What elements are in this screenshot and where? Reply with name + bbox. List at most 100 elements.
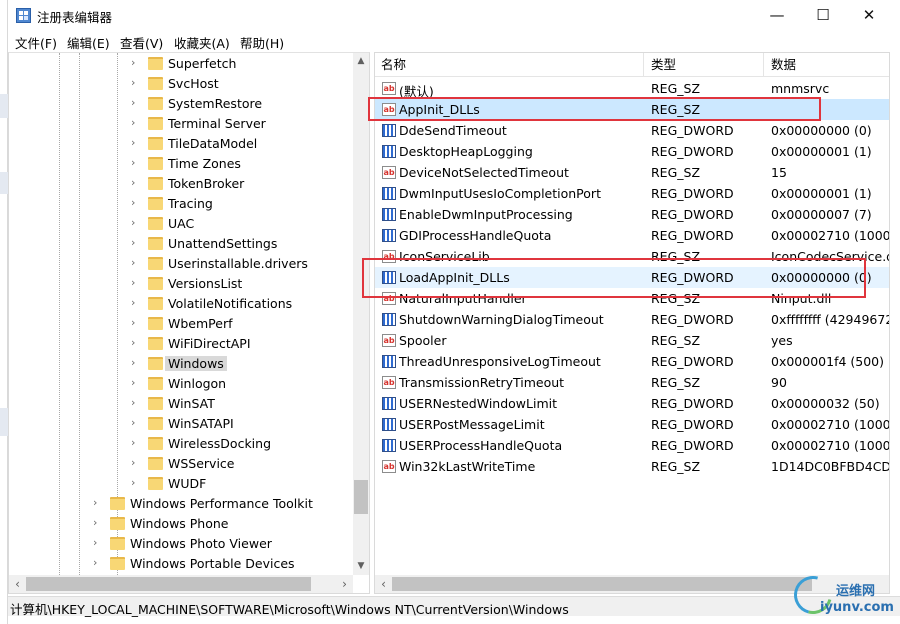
expand-chevron-icon[interactable]: › xyxy=(131,96,141,110)
column-name-header[interactable]: 名称 xyxy=(375,53,645,77)
minimize-button[interactable]: — xyxy=(754,0,800,30)
expand-chevron-icon[interactable]: › xyxy=(131,116,141,130)
expand-chevron-icon[interactable]: › xyxy=(131,336,141,350)
tree-vertical-scrollbar[interactable]: ▲ ▼ xyxy=(353,53,369,575)
tree-item[interactable]: › Winlogon xyxy=(9,374,354,394)
tree-item[interactable]: › WinSAT xyxy=(9,394,354,414)
value-row[interactable]: DeviceNotSelectedTimeout REG_SZ 15 xyxy=(375,162,889,183)
tree-item[interactable]: › TileDataModel xyxy=(9,134,354,154)
value-row[interactable]: EnableDwmInputProcessing REG_DWORD 0x00000… xyxy=(375,204,889,225)
value-data: 90 xyxy=(771,375,787,390)
tree-item[interactable]: › UAC xyxy=(9,214,354,234)
expand-chevron-icon[interactable]: › xyxy=(131,136,141,150)
expand-chevron-icon[interactable]: › xyxy=(131,456,141,470)
tree-item[interactable]: › VolatileNotifications xyxy=(9,294,354,314)
tree-item[interactable]: › Superfetch xyxy=(9,54,354,74)
tree-item[interactable]: › SvcHost xyxy=(9,74,354,94)
scroll-left-icon[interactable]: ‹ xyxy=(9,575,26,593)
scroll-left-icon[interactable]: ‹ xyxy=(375,575,392,593)
column-type-header[interactable]: 类型 xyxy=(645,53,765,77)
expand-chevron-icon[interactable]: › xyxy=(131,196,141,210)
menu-view[interactable]: 查看(V) xyxy=(120,33,163,52)
tree-item[interactable]: › VersionsList xyxy=(9,274,354,294)
tree-item[interactable]: › WiFiDirectAPI xyxy=(9,334,354,354)
expand-chevron-icon[interactable]: › xyxy=(131,276,141,290)
tree-item[interactable]: › Windows xyxy=(9,354,354,374)
string-value-icon xyxy=(382,460,396,473)
key-tree-pane[interactable]: › Superfetch › SvcHost › SystemRestore › Termin… xyxy=(8,52,370,594)
close-button[interactable]: ✕ xyxy=(846,0,892,30)
expand-chevron-icon[interactable]: › xyxy=(93,536,103,550)
expand-chevron-icon[interactable]: › xyxy=(131,296,141,310)
tree-hscroll-thumb[interactable] xyxy=(26,577,311,591)
expand-chevron-icon[interactable]: › xyxy=(131,396,141,410)
expand-chevron-icon[interactable]: › xyxy=(131,476,141,490)
tree-item[interactable]: › WSService xyxy=(9,454,354,474)
expand-chevron-icon[interactable]: › xyxy=(131,256,141,270)
expand-chevron-icon[interactable]: › xyxy=(131,56,141,70)
values-pane[interactable]: 名称 类型 数据 (默认) REG_SZ mnmsrvc AppInit_DLLs RE… xyxy=(374,52,890,594)
expand-chevron-icon[interactable]: › xyxy=(131,436,141,450)
tree-item[interactable]: › WUDF xyxy=(9,474,354,494)
tree-item[interactable]: › Windows Performance Toolkit xyxy=(9,494,354,514)
expand-chevron-icon[interactable]: › xyxy=(131,236,141,250)
expand-chevron-icon[interactable]: › xyxy=(131,316,141,330)
tree-item[interactable]: › UnattendSettings xyxy=(9,234,354,254)
value-row[interactable]: DesktopHeapLogging REG_DWORD 0x00000001 (1… xyxy=(375,141,889,162)
expand-chevron-icon[interactable]: › xyxy=(131,356,141,370)
folder-icon xyxy=(110,557,125,570)
tree-scroll-thumb[interactable] xyxy=(354,480,368,514)
value-row[interactable]: NaturalInputHandler REG_SZ Ninput.dll xyxy=(375,288,889,309)
tree-item[interactable]: › SystemRestore xyxy=(9,94,354,114)
tree-item[interactable]: › Windows Portable Devices xyxy=(9,554,354,574)
scroll-down-icon[interactable]: ▼ xyxy=(353,558,369,575)
tree-item[interactable]: › Windows Phone xyxy=(9,514,354,534)
scroll-right-icon[interactable]: › xyxy=(336,575,353,593)
folder-icon xyxy=(148,117,163,130)
expand-chevron-icon[interactable]: › xyxy=(131,176,141,190)
folder-icon xyxy=(148,237,163,250)
tree-item[interactable]: › WirelessDocking xyxy=(9,434,354,454)
expand-chevron-icon[interactable]: › xyxy=(93,496,103,510)
value-row[interactable]: (默认) REG_SZ mnmsrvc xyxy=(375,78,889,99)
tree-item[interactable]: › WbemPerf xyxy=(9,314,354,334)
tree-item[interactable]: › TokenBroker xyxy=(9,174,354,194)
tree-horizontal-scrollbar[interactable]: ‹ › xyxy=(9,575,353,593)
values-hscroll-thumb[interactable] xyxy=(392,577,812,591)
value-row[interactable]: DwmInputUsesIoCompletionPort REG_DWORD 0x0… xyxy=(375,183,889,204)
menu-help[interactable]: 帮助(H) xyxy=(240,33,284,52)
tree-item[interactable]: › Userinstallable.drivers xyxy=(9,254,354,274)
value-row[interactable]: Win32kLastWriteTime REG_SZ 1D14DC0BFBD4CDE xyxy=(375,456,889,477)
expand-chevron-icon[interactable]: › xyxy=(131,416,141,430)
tree-item[interactable]: › Time Zones xyxy=(9,154,354,174)
tree-item[interactable]: › WinSATAPI xyxy=(9,414,354,434)
value-row[interactable]: LoadAppInit_DLLs REG_DWORD 0x00000000 (0) xyxy=(375,267,889,288)
menu-favorites[interactable]: 收藏夹(A) xyxy=(174,33,230,52)
value-row[interactable]: GDIProcessHandleQuota REG_DWORD 0x00002710… xyxy=(375,225,889,246)
maximize-button[interactable]: ☐ xyxy=(800,0,846,30)
menu-edit[interactable]: 编辑(E) xyxy=(67,33,110,52)
expand-chevron-icon[interactable]: › xyxy=(131,156,141,170)
value-row[interactable]: ThreadUnresponsiveLogTimeout REG_DWORD 0x0… xyxy=(375,351,889,372)
value-row[interactable]: USERProcessHandleQuota REG_DWORD 0x0000271… xyxy=(375,435,889,456)
expand-chevron-icon[interactable]: › xyxy=(131,76,141,90)
value-type: REG_DWORD xyxy=(651,417,734,432)
tree-item[interactable]: › Windows Photo Viewer xyxy=(9,534,354,554)
menu-file[interactable]: 文件(F) xyxy=(15,33,57,52)
expand-chevron-icon[interactable]: › xyxy=(131,216,141,230)
value-row[interactable]: DdeSendTimeout REG_DWORD 0x00000000 (0) xyxy=(375,120,889,141)
scroll-up-icon[interactable]: ▲ xyxy=(353,53,369,70)
value-row[interactable]: USERPostMessageLimit REG_DWORD 0x00002710 … xyxy=(375,414,889,435)
expand-chevron-icon[interactable]: › xyxy=(131,376,141,390)
value-row[interactable]: IconServiceLib REG_SZ IconCodecService.dll xyxy=(375,246,889,267)
tree-item[interactable]: › Terminal Server xyxy=(9,114,354,134)
tree-item[interactable]: › Tracing xyxy=(9,194,354,214)
expand-chevron-icon[interactable]: › xyxy=(93,516,103,530)
column-data-header[interactable]: 数据 xyxy=(765,53,889,77)
value-row[interactable]: USERNestedWindowLimit REG_DWORD 0x00000032… xyxy=(375,393,889,414)
expand-chevron-icon[interactable]: › xyxy=(93,556,103,570)
value-row[interactable]: AppInit_DLLs REG_SZ xyxy=(375,99,889,120)
value-row[interactable]: Spooler REG_SZ yes xyxy=(375,330,889,351)
value-row[interactable]: TransmissionRetryTimeout REG_SZ 90 xyxy=(375,372,889,393)
value-row[interactable]: ShutdownWarningDialogTimeout REG_DWORD 0xf… xyxy=(375,309,889,330)
